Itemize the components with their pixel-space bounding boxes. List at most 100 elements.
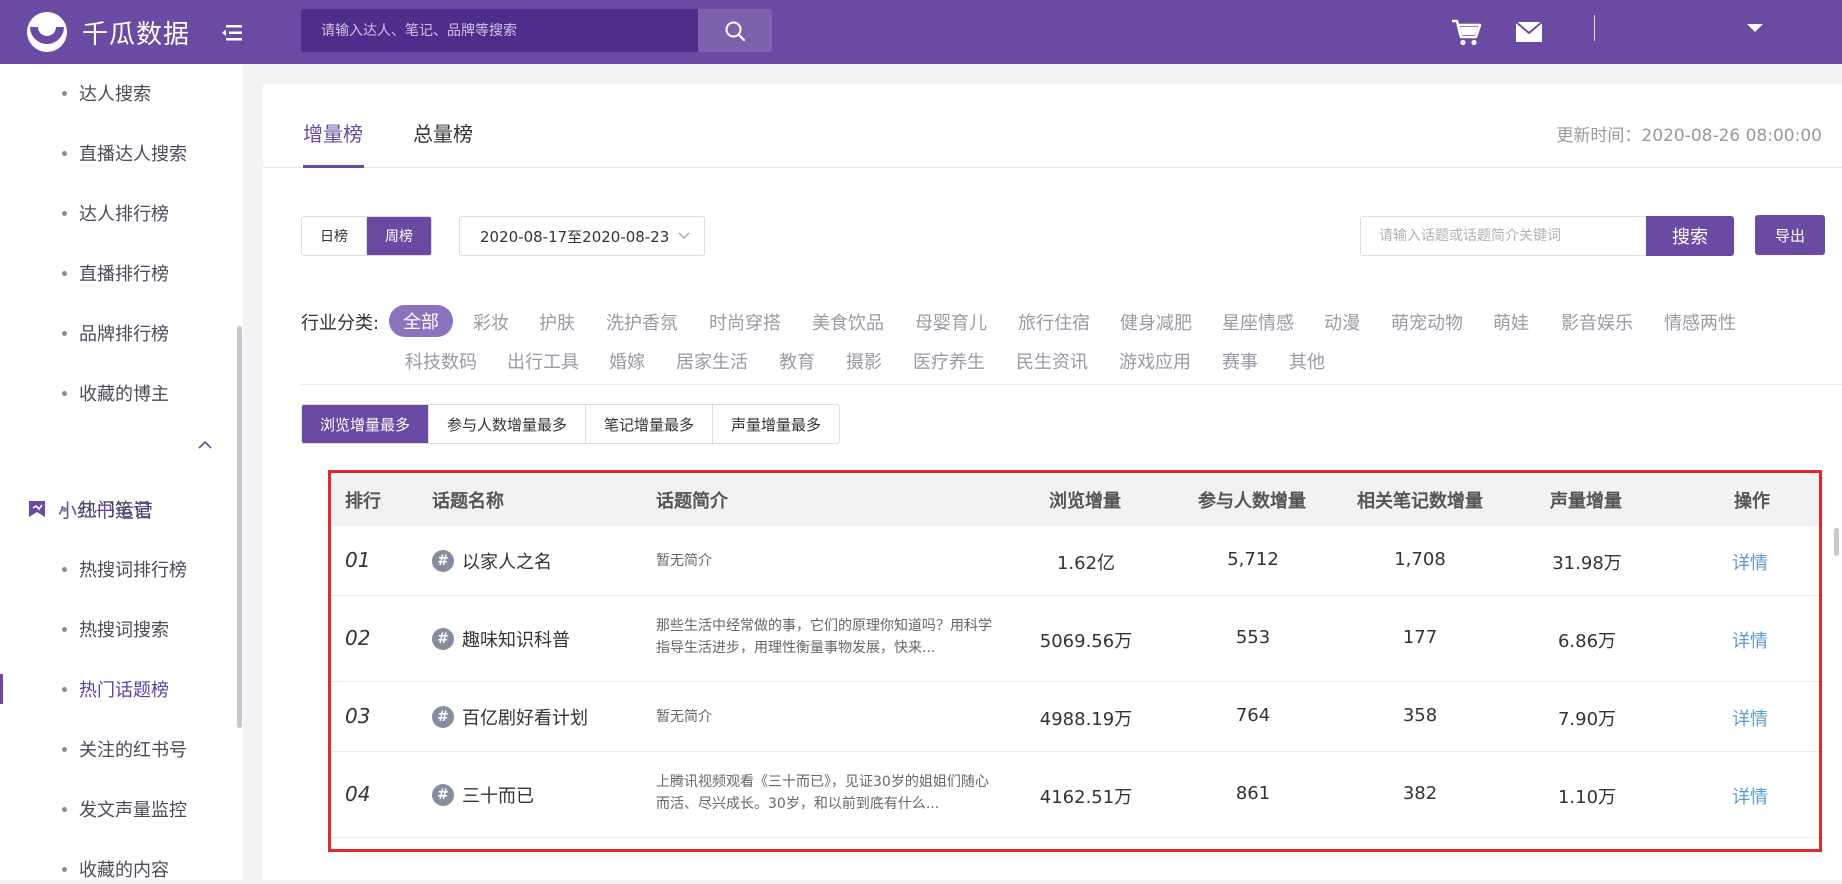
category-item[interactable]: 医疗养生 [913, 348, 985, 374]
category-item[interactable]: 护肤 [539, 309, 575, 335]
th-participants[interactable]: 参与人数增量 [1198, 487, 1306, 513]
category-all[interactable]: 全部 [389, 305, 453, 337]
category-item[interactable]: 美食饮品 [812, 309, 884, 335]
row-topic-name[interactable]: # 百亿剧好看计划 [432, 704, 588, 730]
bookmark-icon [29, 501, 45, 517]
mail-icon[interactable] [1515, 20, 1543, 44]
chevron-up-icon[interactable] [198, 440, 212, 450]
ranking-tabs: 增量榜 总量榜 更新时间：2020-08-26 08:00:00 [263, 84, 1842, 168]
category-item[interactable]: 赛事 [1222, 348, 1258, 374]
row-rank: 03 [345, 704, 371, 728]
sidebar-item-hot-search-ranking[interactable]: 热搜词排行榜 [60, 554, 187, 584]
sidebar-item-followed-accounts[interactable]: 关注的红书号 [60, 734, 187, 764]
category-item[interactable]: 萌娃 [1493, 309, 1529, 335]
sidebar-item-live-expert-search[interactable]: 直播达人搜索 [60, 138, 187, 168]
main-content: 增量榜 总量榜 更新时间：2020-08-26 08:00:00 日榜 周榜 2… [263, 84, 1842, 880]
th-desc: 话题简介 [656, 491, 728, 512]
category-item[interactable]: 洗护香氛 [606, 309, 678, 335]
tab-active-underline [303, 165, 364, 168]
category-item[interactable]: 出行工具 [507, 348, 579, 374]
category-item[interactable]: 萌宠动物 [1391, 309, 1463, 335]
tab-total[interactable]: 总量榜 [413, 118, 473, 147]
sidebar-item-label: 热搜词搜索 [79, 620, 169, 641]
category-item[interactable]: 游戏应用 [1119, 348, 1191, 374]
row-desc: 暂无简介 [656, 709, 712, 725]
row-detail-link[interactable]: 详情 [1732, 627, 1768, 653]
category-item[interactable]: 健身减肥 [1120, 309, 1192, 335]
sidebar-item-expert-ranking[interactable]: 达人排行榜 [60, 198, 169, 228]
sidebar-item-hot-topics[interactable]: 热门话题榜 [60, 674, 169, 704]
top-header: 千瓜数据 [0, 0, 1842, 64]
category-item[interactable]: 其他 [1289, 348, 1325, 374]
row-volume: 1.10万 [1557, 787, 1617, 808]
content-scrollbar[interactable] [1834, 528, 1839, 556]
sort-volume-button[interactable]: 声量增量最多 [713, 405, 840, 443]
category-item[interactable]: 情感两性 [1664, 309, 1736, 335]
sidebar-item-brand-ranking[interactable]: 品牌排行榜 [60, 318, 169, 348]
th-notes[interactable]: 相关笔记数增量 [1357, 487, 1483, 513]
row-detail-link[interactable]: 详情 [1732, 705, 1768, 731]
sidebar-item-volume-monitor[interactable]: 发文声量监控 [60, 794, 187, 824]
th-volume[interactable]: 声量增量 [1550, 487, 1622, 513]
category-item[interactable]: 时尚穿搭 [709, 309, 781, 335]
row-detail-link[interactable]: 详情 [1732, 783, 1768, 809]
row-volume: 7.90万 [1557, 709, 1617, 730]
sort-toggle: 浏览增量最多 参与人数增量最多 笔记增量最多 声量增量最多 [301, 404, 841, 444]
topic-name-text: 趣味知识科普 [462, 630, 570, 651]
menu-toggle-icon[interactable] [218, 18, 248, 48]
date-range-select[interactable]: 2020-08-17至2020-08-23 [459, 216, 705, 256]
category-item[interactable]: 科技数码 [405, 348, 477, 374]
global-search-input[interactable] [301, 9, 698, 52]
row-topic-name[interactable]: # 三十而已 [432, 782, 534, 808]
category-item[interactable]: 居家生活 [676, 348, 748, 374]
keyword-search-button[interactable]: 搜索 [1646, 216, 1734, 256]
category-item[interactable]: 影音娱乐 [1561, 309, 1633, 335]
sidebar: 达人搜索 直播达人搜索 达人排行榜 直播排行榜 品牌排行榜 收藏的博主 小红书运… [0, 64, 243, 881]
sidebar-item-label: 达人排行榜 [79, 204, 169, 225]
row-notes: 358 [1402, 705, 1438, 726]
row-volume: 6.86万 [1557, 631, 1617, 652]
user-menu-caret-icon[interactable] [1746, 22, 1764, 34]
row-detail-link[interactable]: 详情 [1732, 549, 1768, 575]
sort-views-button[interactable]: 浏览增量最多 [302, 405, 430, 443]
category-item[interactable]: 摄影 [846, 348, 882, 374]
th-rank[interactable]: 排行 [345, 487, 381, 513]
tab-increment[interactable]: 增量榜 [303, 118, 363, 147]
global-search-button[interactable] [698, 9, 772, 52]
category-item[interactable]: 动漫 [1324, 309, 1360, 335]
category-item[interactable]: 星座情感 [1222, 309, 1294, 335]
category-item[interactable]: 彩妆 [473, 309, 509, 335]
sort-participants-button[interactable]: 参与人数增量最多 [429, 405, 587, 443]
bullet-icon [62, 686, 67, 692]
logo[interactable]: 千瓜数据 [26, 10, 190, 54]
sort-notes-button[interactable]: 笔记增量最多 [586, 405, 714, 443]
sidebar-item-label: 直播达人搜索 [79, 144, 187, 165]
keyword-search-input[interactable] [1361, 217, 1646, 255]
category-item[interactable]: 母婴育儿 [915, 309, 987, 335]
export-button[interactable]: 导出 [1755, 215, 1825, 255]
cart-icon[interactable] [1450, 17, 1482, 47]
logo-mark-icon [27, 12, 67, 52]
sidebar-scrollbar[interactable] [237, 326, 242, 728]
sidebar-item-live-ranking[interactable]: 直播排行榜 [60, 258, 169, 288]
period-week-button[interactable]: 周榜 [367, 217, 431, 255]
period-day-button[interactable]: 日榜 [302, 217, 367, 255]
row-topic-name[interactable]: # 趣味知识科普 [432, 626, 570, 652]
th-name: 话题名称 [432, 491, 504, 512]
sidebar-item-hot-notes[interactable]: 热门笔记 [60, 494, 151, 524]
category-item[interactable]: 婚嫁 [609, 348, 645, 374]
category-item[interactable]: 民生资讯 [1016, 348, 1088, 374]
sidebar-item-label: 热搜词排行榜 [79, 560, 187, 581]
sidebar-item-label: 收藏的内容 [79, 860, 169, 881]
category-item[interactable]: 旅行住宿 [1018, 309, 1090, 335]
sidebar-item-expert-search[interactable]: 达人搜索 [60, 78, 151, 108]
table-header: 排行 话题名称 话题简介 浏览增量 参与人数增量 相关笔记数增量 声量增量 操作 [329, 470, 1823, 526]
row-notes: 177 [1402, 627, 1438, 648]
row-desc: 那些生活中经常做的事，它们的原理你知道吗？用科学指导生活进步，用理性衡量事物发展… [656, 618, 992, 656]
hashtag-icon: # [432, 550, 454, 572]
sidebar-item-hot-search-query[interactable]: 热搜词搜索 [60, 614, 169, 644]
sidebar-item-favorite-bloggers[interactable]: 收藏的博主 [60, 378, 169, 408]
th-views[interactable]: 浏览增量 [1049, 487, 1121, 513]
row-topic-name[interactable]: # 以家人之名 [432, 548, 552, 574]
category-item[interactable]: 教育 [779, 348, 815, 374]
